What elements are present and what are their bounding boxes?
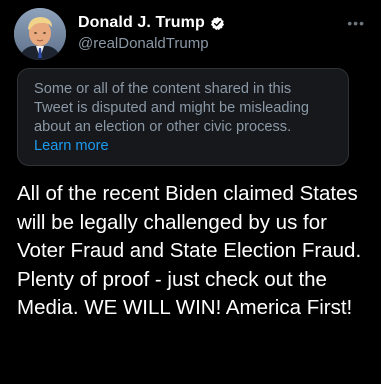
- misleading-content-notice: Some or all of the content shared in thi…: [17, 68, 349, 166]
- more-options-icon[interactable]: •••: [347, 16, 365, 30]
- display-name-row: Donald J. Trump: [78, 14, 225, 32]
- learn-more-link[interactable]: Learn more: [34, 137, 332, 156]
- verified-badge-icon: [210, 16, 225, 31]
- tweet-body: All of the recent Biden claimed States w…: [17, 182, 362, 319]
- author-info: Donald J. Trump @realDonaldTrump: [78, 14, 225, 52]
- author-handle[interactable]: @realDonaldTrump: [78, 35, 225, 52]
- avatar[interactable]: [14, 8, 66, 60]
- profile-photo-icon: [14, 8, 66, 60]
- notice-text: Some or all of the content shared in thi…: [34, 81, 310, 135]
- display-name[interactable]: Donald J. Trump: [78, 14, 205, 32]
- tweet-header: Donald J. Trump @realDonaldTrump •••: [14, 8, 369, 60]
